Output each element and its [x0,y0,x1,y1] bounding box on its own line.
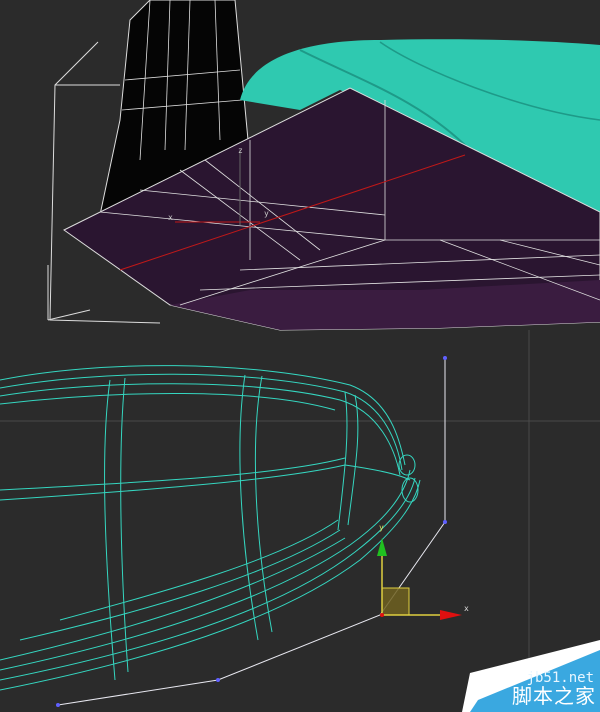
viewport-scene[interactable]: x y z x y [0,0,600,712]
gizmo-pivot [380,613,384,617]
spline-vertex[interactable] [216,678,220,682]
gizmo-x-label: x [464,604,469,613]
gizmo-y-arrow-icon[interactable] [377,538,387,556]
spline-vertex[interactable] [443,356,447,360]
move-gizmo[interactable]: x y [377,523,469,620]
watermark: jb51.net 脚本之家 [440,640,600,712]
plane-y-label: y [264,209,269,218]
spline-vertex[interactable] [56,703,60,707]
teal-wireframe-object [0,365,421,691]
plane-x-label: x [168,213,173,222]
gizmo-y-label: y [379,523,384,532]
spline-vertex[interactable] [443,520,447,524]
plane-z-label: z [238,146,243,155]
gizmo-xy-plane-handle[interactable] [381,587,410,616]
watermark-site-name: 脚本之家 [512,684,596,708]
gizmo-x-arrow-icon[interactable] [440,610,462,620]
3d-viewport[interactable]: x y z x y jb51.net 脚本之家 [0,0,600,712]
